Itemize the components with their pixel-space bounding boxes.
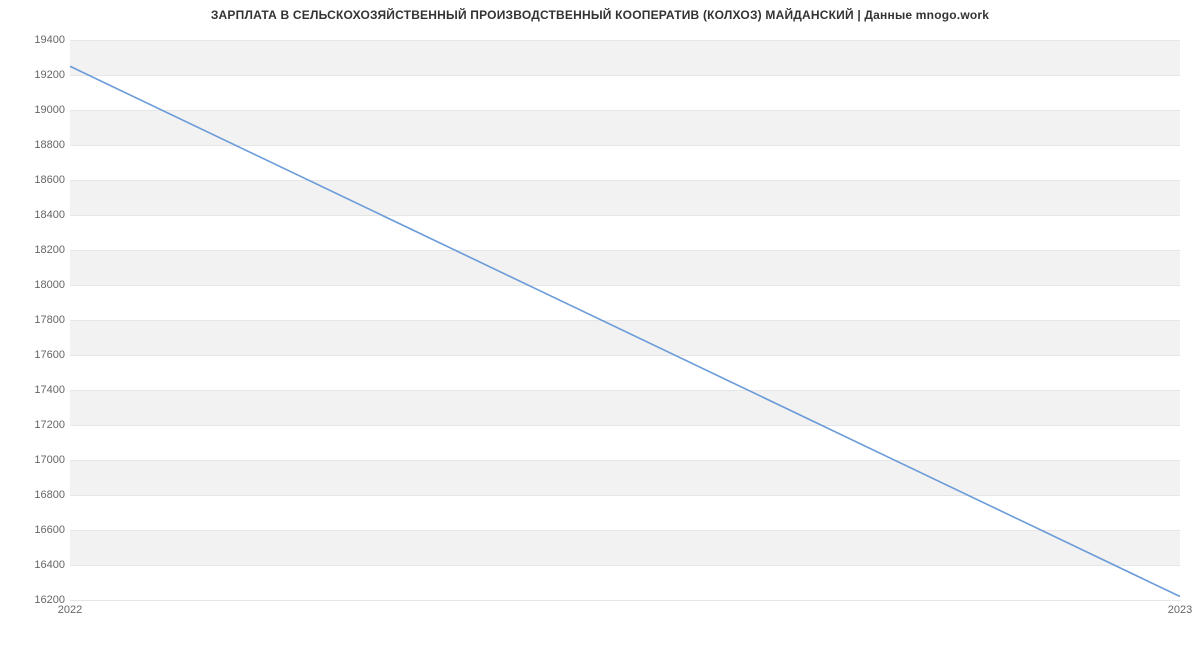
y-tick-label: 18000 — [5, 279, 65, 291]
y-tick-label: 19400 — [5, 34, 65, 46]
y-tick-label: 19000 — [5, 104, 65, 116]
y-tick-label: 17800 — [5, 314, 65, 326]
y-tick-label: 18600 — [5, 174, 65, 186]
y-tick-label: 18200 — [5, 244, 65, 256]
y-tick-label: 19200 — [5, 69, 65, 81]
plot-area — [70, 40, 1180, 600]
gridline — [70, 600, 1180, 601]
y-tick-label: 17200 — [5, 419, 65, 431]
y-tick-label: 16600 — [5, 524, 65, 536]
series-line — [70, 66, 1180, 596]
line-series-layer — [70, 40, 1180, 600]
chart-title: ЗАРПЛАТА В СЕЛЬСКОХОЗЯЙСТВЕННЫЙ ПРОИЗВОД… — [0, 8, 1200, 22]
y-tick-label: 18400 — [5, 209, 65, 221]
y-tick-label: 17400 — [5, 384, 65, 396]
y-tick-label: 16800 — [5, 489, 65, 501]
y-tick-label: 16400 — [5, 559, 65, 571]
y-tick-label: 18800 — [5, 139, 65, 151]
x-tick-label: 2022 — [58, 604, 82, 616]
y-tick-label: 17600 — [5, 349, 65, 361]
chart-container: ЗАРПЛАТА В СЕЛЬСКОХОЗЯЙСТВЕННЫЙ ПРОИЗВОД… — [0, 0, 1200, 650]
y-tick-label: 16200 — [5, 594, 65, 606]
y-tick-label: 17000 — [5, 454, 65, 466]
x-tick-label: 2023 — [1168, 604, 1192, 616]
